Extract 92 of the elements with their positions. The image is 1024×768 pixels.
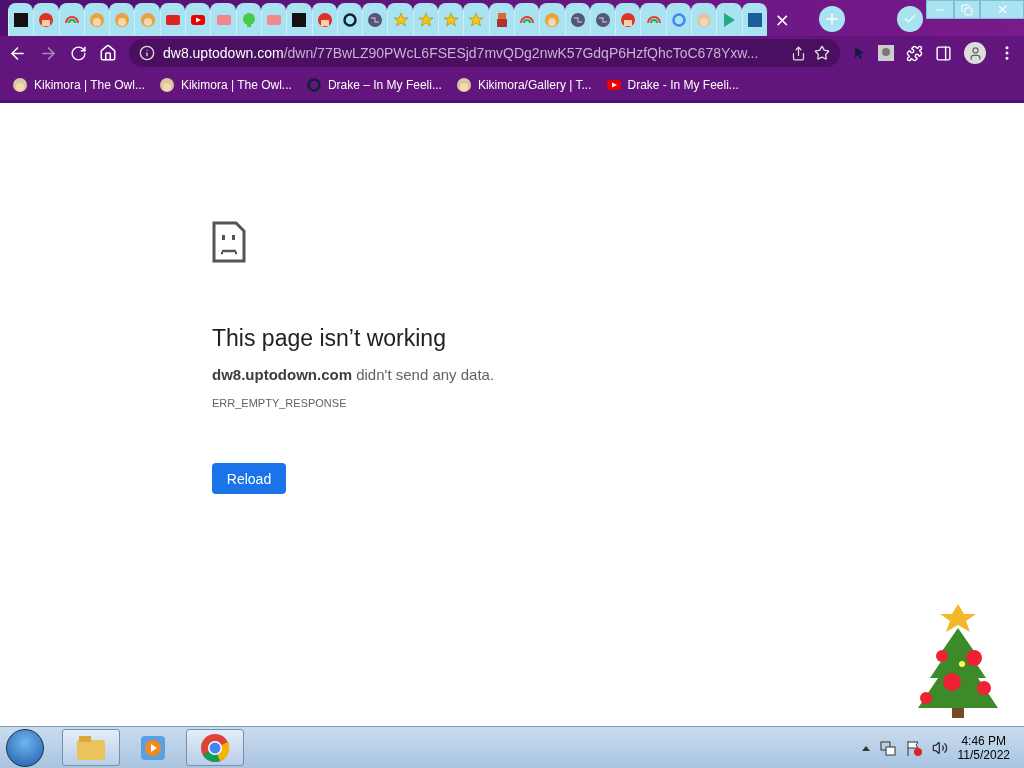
folder-icon xyxy=(77,735,105,760)
browser-logo-icon xyxy=(200,732,230,763)
browser-tab[interactable]: × xyxy=(766,3,797,36)
browser-tab[interactable] xyxy=(235,3,261,36)
browser-tab[interactable] xyxy=(8,3,34,36)
error-title: This page isn’t working xyxy=(212,325,447,352)
side-panel-icon[interactable] xyxy=(935,44,952,62)
ring-icon xyxy=(305,77,322,93)
browser-tab[interactable] xyxy=(83,3,110,36)
network-icon[interactable] xyxy=(879,739,896,756)
browser-tab[interactable] xyxy=(615,3,641,36)
reload-icon[interactable] xyxy=(70,44,87,62)
browser-tab[interactable] xyxy=(513,3,540,36)
browser-tab[interactable] xyxy=(185,3,211,36)
start-button[interactable] xyxy=(6,728,44,767)
tab-search-button[interactable] xyxy=(896,6,923,32)
folder-app-button[interactable] xyxy=(62,729,120,766)
browser-tab[interactable] xyxy=(336,3,363,36)
face-icon xyxy=(696,11,713,28)
bookmark[interactable]: Drake – In My Feeli... xyxy=(305,77,442,93)
ring-icon xyxy=(670,11,687,28)
extension-icon[interactable] xyxy=(878,45,894,61)
cap-icon xyxy=(620,11,637,28)
clock[interactable]: 4:46 PM 11/5/2022 xyxy=(957,733,1010,762)
face-icon xyxy=(455,77,472,93)
address-bar[interactable]: dw8.uptodown.com/dwn/77BwLZ90PWcL6FSESjd7mvQDg2nwK57GdqP6HzfQhcToC678Yxw... xyxy=(129,39,840,67)
browser-tab[interactable] xyxy=(58,3,84,36)
star-icon xyxy=(417,11,434,28)
star-icon xyxy=(468,11,485,28)
browser-tab[interactable] xyxy=(159,3,186,36)
browser-tab[interactable] xyxy=(741,3,767,36)
bookmark[interactable]: Kikimora | The Owl... xyxy=(12,77,145,93)
browser-tab[interactable] xyxy=(665,3,691,36)
browser-tab[interactable] xyxy=(488,3,514,36)
face-icon xyxy=(139,11,156,28)
browser-tab[interactable] xyxy=(286,3,312,36)
browser-tab[interactable] xyxy=(463,3,489,36)
browser-tab[interactable] xyxy=(109,3,135,36)
browser-app-button[interactable] xyxy=(186,729,244,766)
square-icon xyxy=(746,11,763,28)
error-message: dw8.uptodown.com didn't send any data. xyxy=(212,366,496,383)
square-icon xyxy=(291,11,308,28)
caret-icon[interactable] xyxy=(861,744,870,751)
rainbow-icon xyxy=(520,15,535,24)
info-icon xyxy=(139,45,155,61)
restore-icon xyxy=(961,3,973,16)
cap-icon xyxy=(38,11,55,28)
browser-tab[interactable] xyxy=(640,3,666,36)
volume-icon[interactable] xyxy=(931,739,948,756)
face-icon xyxy=(114,11,131,28)
cap-icon xyxy=(316,11,333,28)
browser-tab[interactable] xyxy=(33,3,59,36)
face-icon xyxy=(158,77,175,93)
browser-tab[interactable] xyxy=(438,3,464,36)
browser-tab[interactable] xyxy=(210,3,236,36)
reload-button[interactable]: Reload xyxy=(212,463,286,494)
browser-tab[interactable] xyxy=(691,3,717,36)
browser-tab[interactable] xyxy=(311,3,337,36)
browser-tab[interactable] xyxy=(589,3,616,36)
error-code: ERR_EMPTY_RESPONSE xyxy=(212,397,348,409)
profile-icon[interactable] xyxy=(964,42,986,64)
flag-icon[interactable] xyxy=(905,739,922,756)
puzzle-icon[interactable] xyxy=(906,44,923,62)
square-icon xyxy=(13,11,30,28)
home-icon[interactable] xyxy=(99,44,117,62)
browser-tab[interactable] xyxy=(412,3,439,36)
browser-tab[interactable] xyxy=(362,3,388,36)
star-icon xyxy=(443,11,460,28)
bookmark[interactable]: Kikimora/Gallery | T... xyxy=(455,77,592,93)
browser-tab[interactable] xyxy=(260,3,287,36)
browser-tab[interactable] xyxy=(539,3,565,36)
face-icon xyxy=(12,77,28,93)
star-icon[interactable] xyxy=(814,45,830,61)
browser-tab[interactable] xyxy=(387,3,413,36)
share-icon[interactable] xyxy=(791,45,806,61)
rainbow-icon xyxy=(646,15,661,24)
face-icon xyxy=(89,11,106,28)
browser-tab[interactable] xyxy=(716,3,742,36)
play-icon xyxy=(141,735,165,760)
sad-page-icon xyxy=(212,221,246,263)
play-icon xyxy=(605,77,622,93)
face-icon xyxy=(544,11,561,28)
browser-tab[interactable] xyxy=(564,3,590,36)
browser-tab[interactable] xyxy=(134,3,160,36)
close-tab-button[interactable]: × xyxy=(774,10,790,29)
bookmark[interactable]: Kikimora | The Owl... xyxy=(158,77,292,93)
bookmark[interactable]: Drake - In My Feeli... xyxy=(605,77,739,93)
check-icon xyxy=(902,12,917,26)
star-icon xyxy=(392,11,409,28)
ring-icon xyxy=(342,11,358,28)
new-tab-button[interactable] xyxy=(818,6,845,32)
rainbow-icon xyxy=(64,15,79,24)
